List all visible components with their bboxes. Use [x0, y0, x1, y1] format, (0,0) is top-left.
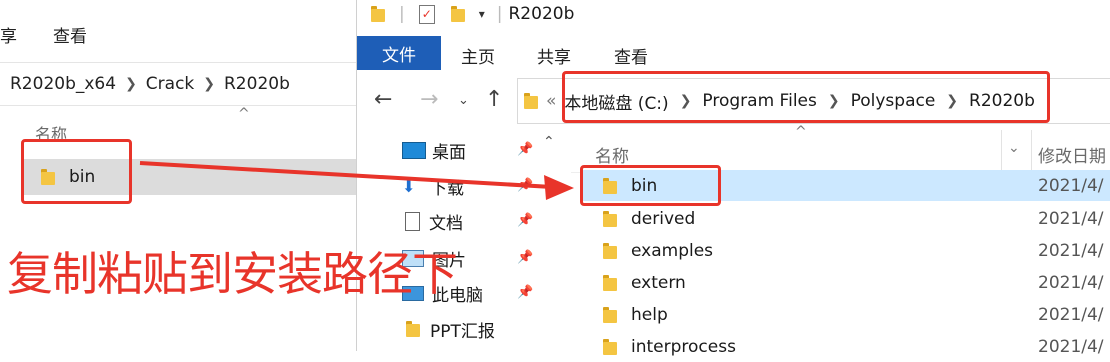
annotation-text: 复制粘贴到安装路径下 — [7, 247, 458, 301]
